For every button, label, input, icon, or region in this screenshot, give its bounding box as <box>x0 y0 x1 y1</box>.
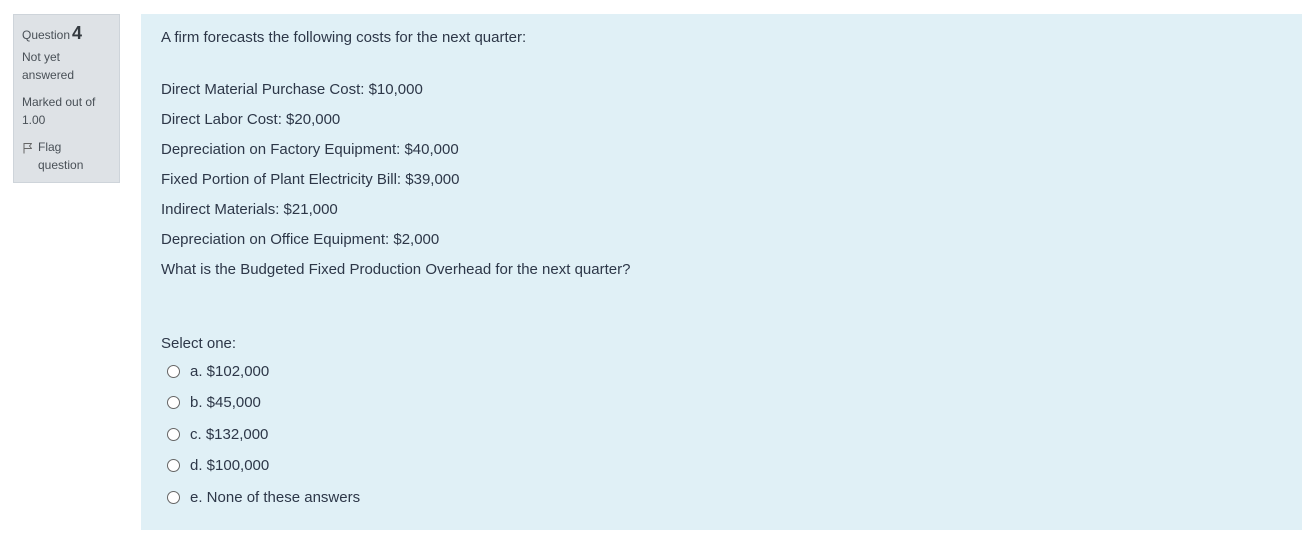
radio-button[interactable] <box>167 396 180 409</box>
cost-line: Direct Material Purchase Cost: $10,000 <box>161 81 423 98</box>
flag-icon <box>22 141 34 154</box>
question-state: Not yet answered <box>22 50 75 82</box>
question-info-panel: Question 4 Not yet answered Marked out of… <box>13 14 120 183</box>
flag-question-label: Flag question <box>38 140 84 172</box>
question-text: A firm forecasts the following costs for… <box>161 28 1282 280</box>
answer-option-b[interactable]: b. $45,000 <box>167 393 1282 413</box>
answer-label[interactable]: a. $102,000 <box>190 363 269 380</box>
select-one-prompt: Select one: <box>161 335 237 352</box>
cost-line: Fixed Portion of Plant Electricity Bill:… <box>161 171 460 188</box>
answer-label[interactable]: b. $45,000 <box>190 394 261 411</box>
answer-option-c[interactable]: c. $132,000 <box>167 424 1282 444</box>
question-ask: What is the Budgeted Fixed Production Ov… <box>161 261 631 278</box>
answer-options: a. $102,000 b. $45,000 c. $132,000 d. $1… <box>167 361 1282 507</box>
cost-line: Direct Labor Cost: $20,000 <box>161 111 341 128</box>
answer-option-e[interactable]: e. None of these answers <box>167 487 1282 507</box>
radio-button[interactable] <box>167 364 180 378</box>
question-label: Question <box>22 28 71 42</box>
answer-label[interactable]: d. $100,000 <box>190 457 269 474</box>
answer-option-d[interactable]: d. $100,000 <box>167 456 1282 476</box>
answer-label[interactable]: e. None of these answers <box>190 489 360 506</box>
cost-line: Depreciation on Factory Equipment: $40,0… <box>161 141 459 158</box>
quiz-page: Question 4 Not yet answered Marked out of… <box>0 0 1312 539</box>
question-number-heading: Question 4 <box>22 21 111 45</box>
radio-button[interactable] <box>167 490 180 504</box>
answer-label[interactable]: c. $132,000 <box>190 426 268 443</box>
flag-question-toggle[interactable]: Flag question <box>22 138 111 174</box>
radio-button[interactable] <box>167 427 180 441</box>
question-number: 4 <box>72 23 83 43</box>
question-content: A firm forecasts the following costs for… <box>141 14 1302 530</box>
question-grade: Marked out of 1.00 <box>22 95 96 127</box>
answer-option-a[interactable]: a. $102,000 <box>167 361 1282 381</box>
cost-line: Indirect Materials: $21,000 <box>161 201 338 218</box>
question-intro: A firm forecasts the following costs for… <box>161 29 527 46</box>
cost-line: Depreciation on Office Equipment: $2,000 <box>161 231 440 248</box>
radio-button[interactable] <box>167 459 180 472</box>
